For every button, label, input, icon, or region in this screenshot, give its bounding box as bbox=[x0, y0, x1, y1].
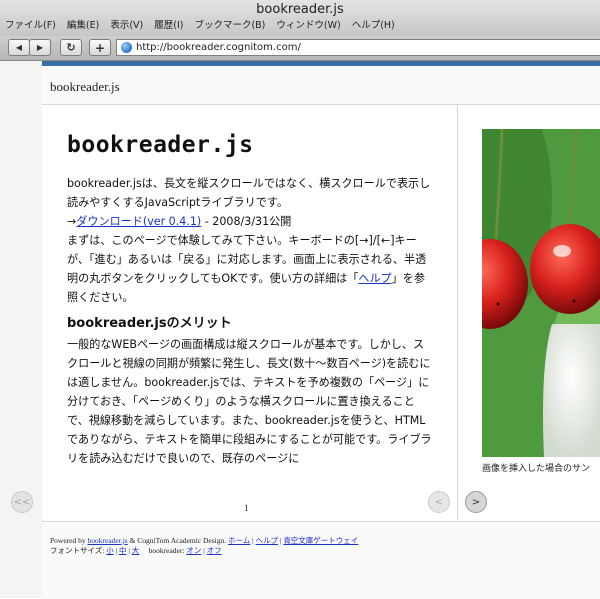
section-heading: bookreader.jsのメリット bbox=[67, 316, 232, 331]
reload-button[interactable]: ↻ bbox=[60, 39, 82, 56]
site-footer: Powered by bookreader.js & CogniTom Acad… bbox=[42, 521, 600, 599]
window-titlebar: bookreader.js ファイル(F) 編集(E) 表示(V) 履歴(I) … bbox=[0, 0, 600, 36]
new-tab-button[interactable]: + bbox=[89, 39, 111, 56]
next-page-button[interactable]: > bbox=[465, 491, 487, 513]
prev-page-button-left[interactable]: << bbox=[11, 491, 33, 513]
address-bar[interactable]: http://bookreader.cognitom.com/ bbox=[116, 39, 600, 56]
browser-toolbar: ◀ ▶ ↻ + http://bookreader.cognitom.com/ bbox=[0, 36, 600, 61]
footer-aozora-link[interactable]: 青空文庫ゲートウェイ bbox=[283, 536, 358, 545]
menu-view[interactable]: 表示(V) bbox=[110, 18, 143, 34]
chevron-right-icon: > bbox=[471, 496, 481, 508]
page-title: bookreader.js bbox=[67, 132, 254, 158]
download-prefix: → bbox=[67, 215, 77, 228]
bookreader-on-link[interactable]: オン bbox=[186, 546, 201, 555]
prev-page-button[interactable]: < bbox=[428, 491, 450, 513]
font-size-medium-link[interactable]: 中 bbox=[119, 546, 127, 555]
chevron-left-icon: < bbox=[434, 496, 444, 508]
menu-bar: ファイル(F) 編集(E) 表示(V) 履歴(I) ブックマーク(B) ウィンド… bbox=[0, 18, 401, 34]
font-size-label: フォントサイズ: bbox=[50, 546, 107, 555]
double-chevron-left-icon: << bbox=[13, 496, 31, 508]
site-name: bookreader.js bbox=[50, 79, 120, 94]
back-arrow-icon: ◀ bbox=[15, 43, 23, 52]
plus-icon: + bbox=[94, 40, 106, 55]
menu-edit[interactable]: 編集(E) bbox=[67, 18, 99, 34]
menu-window[interactable]: ウィンドウ(W) bbox=[276, 18, 340, 34]
image-caption: 画像を挿入した場合のサン bbox=[482, 464, 591, 474]
page-number: 1 bbox=[244, 503, 249, 513]
window-title: bookreader.js bbox=[256, 2, 344, 17]
left-gutter bbox=[0, 61, 43, 598]
back-button[interactable]: ◀ bbox=[8, 39, 30, 56]
reload-icon: ↻ bbox=[66, 41, 76, 54]
cherry-image bbox=[482, 129, 600, 457]
footer-bookreader-link[interactable]: bookreader.js bbox=[88, 536, 128, 545]
globe-icon bbox=[121, 42, 132, 53]
forward-button[interactable]: ▶ bbox=[29, 39, 51, 56]
address-url: http://bookreader.cognitom.com/ bbox=[136, 42, 301, 53]
menu-bookmarks[interactable]: ブックマーク(B) bbox=[194, 18, 265, 34]
intro-text: bookreader.jsは、長文を縦スクロールではなく、横スクロールで表示し読… bbox=[67, 177, 431, 209]
site-header: bookreader.js bbox=[42, 66, 600, 105]
footer-powered-by: Powered by bbox=[50, 536, 88, 545]
section-paragraph: 一般的なWEBページの画面構成は縦スクロールが基本です。しかし、スクロールと視線… bbox=[67, 338, 432, 465]
menu-file[interactable]: ファイル(F) bbox=[5, 18, 56, 34]
download-link[interactable]: ダウンロード(ver 0.4.1) bbox=[76, 215, 201, 228]
intro-paragraph: bookreader.jsは、長文を縦スクロールではなく、横スクロールで表示し読… bbox=[67, 174, 432, 307]
forward-arrow-icon: ▶ bbox=[36, 43, 44, 52]
bookreader-off-link[interactable]: オフ bbox=[207, 546, 222, 555]
font-size-small-link[interactable]: 小 bbox=[106, 546, 114, 555]
menu-history[interactable]: 履歴(I) bbox=[154, 18, 183, 34]
footer-help-link[interactable]: ヘルプ bbox=[256, 536, 279, 545]
help-link[interactable]: ヘルプ bbox=[358, 272, 391, 285]
footer-design-text: & CogniTom Academic Design. bbox=[127, 536, 228, 545]
cherry-photo bbox=[482, 129, 600, 457]
bookreader-toggle-label: bookreader: bbox=[139, 546, 187, 555]
menu-help[interactable]: ヘルプ(H) bbox=[352, 18, 395, 34]
footer-settings: フォントサイズ: 小 | 中 | 大 bookreader: オン | オフ bbox=[50, 545, 222, 556]
download-date: - 2008/3/31公開 bbox=[201, 215, 292, 228]
article: bookreader.js bookreader.jsは、長文を縦スクロールでは… bbox=[67, 132, 432, 468]
footer-home-link[interactable]: ホーム bbox=[228, 536, 250, 545]
book-page: bookreader.js bookreader.jsは、長文を縦スクロールでは… bbox=[42, 105, 458, 520]
